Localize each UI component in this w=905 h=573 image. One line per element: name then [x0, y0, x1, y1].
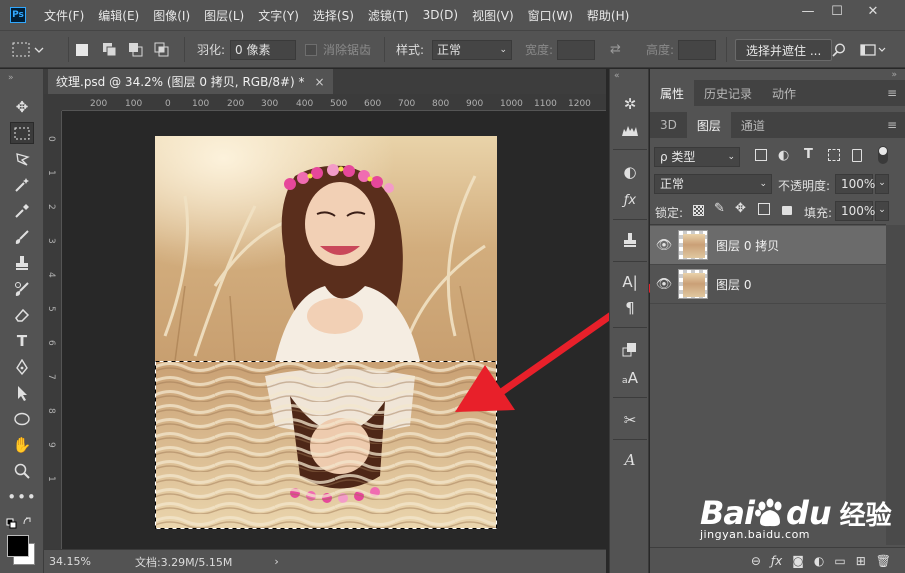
tab-channels[interactable]: 通道: [731, 112, 775, 138]
fill-input[interactable]: 100%: [835, 201, 875, 221]
zoom-level[interactable]: 34.15%: [49, 555, 91, 568]
filter-toggle[interactable]: [878, 146, 888, 164]
lock-all-icon[interactable]: [782, 206, 792, 215]
adjustment-layer-icon[interactable]: ◐: [814, 554, 824, 568]
status-arrow-icon[interactable]: ›: [274, 555, 278, 568]
chevron-down-icon: ⌄: [759, 179, 767, 189]
visibility-eye-icon[interactable]: 👁: [650, 277, 678, 292]
layers-menu-icon[interactable]: ≡: [887, 118, 897, 132]
new-layer-icon[interactable]: ⊞: [856, 554, 866, 568]
tab-history[interactable]: 历史记录: [694, 80, 762, 106]
tab-actions[interactable]: 动作: [762, 80, 806, 106]
add-mask-icon[interactable]: ◙: [792, 554, 804, 568]
histogram-panel-icon[interactable]: [619, 119, 641, 141]
collapsed-panels: « ✲ ◐ ƒx A| ¶ ₐA ✂ A: [609, 69, 649, 573]
character-panel-icon[interactable]: A|: [619, 271, 641, 293]
adjustments-panel-icon[interactable]: ◐: [619, 161, 641, 183]
styles-panel-icon[interactable]: ƒx: [619, 189, 641, 211]
fill-label: 填充:: [804, 206, 833, 220]
layer-name[interactable]: 图层 0 拷贝: [716, 237, 779, 254]
filter-adjustment-icon[interactable]: ◐: [778, 148, 789, 163]
status-bar: 34.15% 文档:3.29M/5.15M ›: [44, 549, 606, 573]
lock-paint-icon[interactable]: ✎: [714, 201, 725, 216]
layer-filter-select[interactable]: ρ 类型 ⌄: [654, 147, 740, 167]
baidu-paw-icon: [754, 498, 782, 527]
lock-position-icon[interactable]: ✥: [735, 201, 746, 216]
document-info: 文档:3.29M/5.15M: [134, 555, 233, 569]
layers-tab-group: 3D 图层 通道 ≡: [650, 112, 905, 138]
opacity-input[interactable]: 100%: [835, 174, 875, 194]
layer-name[interactable]: 图层 0: [716, 276, 751, 293]
filter-shape-icon[interactable]: [828, 149, 840, 161]
paragraph-styles-icon[interactable]: ₐA: [619, 367, 641, 389]
blend-mode-select[interactable]: 正常 ⌄: [654, 174, 772, 194]
paragraph-panel-icon[interactable]: ¶: [619, 297, 641, 319]
expand-icon[interactable]: «: [614, 71, 620, 81]
link-layers-icon[interactable]: ⊖: [751, 554, 761, 568]
glyphs-panel-icon[interactable]: A: [619, 449, 641, 471]
tool-presets-icon[interactable]: ✂: [619, 409, 641, 431]
collapse-right-icon[interactable]: »: [891, 70, 897, 80]
layers-bottom-bar: ⊖ ƒx ◙ ◐ ▭ ⊞ 🗑: [650, 547, 905, 573]
opacity-label: 不透明度:: [778, 179, 831, 193]
tab-properties[interactable]: 属性: [650, 80, 695, 106]
tab-layers[interactable]: 图层: [686, 112, 731, 138]
properties-tab-group: 属性 历史记录 动作 ≡: [650, 80, 905, 106]
fill-dropdown-icon[interactable]: ⌄: [875, 201, 889, 221]
character-styles-icon[interactable]: [619, 339, 641, 361]
filter-smart-object-icon[interactable]: [852, 149, 862, 162]
lock-artboard-icon[interactable]: [758, 203, 770, 215]
chevron-down-icon: ⌄: [727, 152, 735, 162]
layer-thumbnail: [678, 230, 708, 260]
layer-row[interactable]: 👁 图层 0 拷贝: [650, 226, 886, 265]
lock-label: 锁定:: [655, 206, 684, 220]
lock-transparent-icon[interactable]: [693, 205, 704, 216]
panel-menu-icon[interactable]: ≡: [887, 86, 897, 100]
new-group-icon[interactable]: ▭: [834, 554, 845, 568]
filter-pixel-icon[interactable]: [755, 149, 767, 161]
navigator-panel-icon[interactable]: ✲: [619, 93, 641, 115]
opacity-dropdown-icon[interactable]: ⌄: [875, 174, 889, 194]
baidu-watermark: Bai du 经验 jingyan.baidu.com: [700, 494, 892, 541]
filter-type-icon[interactable]: T: [804, 147, 813, 162]
layer-style-icon[interactable]: ƒx: [771, 554, 782, 568]
tab-3d[interactable]: 3D: [650, 112, 687, 138]
delete-layer-icon[interactable]: 🗑: [876, 554, 891, 568]
clone-source-panel-icon[interactable]: [619, 229, 641, 251]
layer-row[interactable]: 👁 图层 0: [650, 265, 886, 304]
visibility-eye-icon[interactable]: 👁: [650, 238, 678, 253]
layer-thumbnail: [678, 269, 708, 299]
